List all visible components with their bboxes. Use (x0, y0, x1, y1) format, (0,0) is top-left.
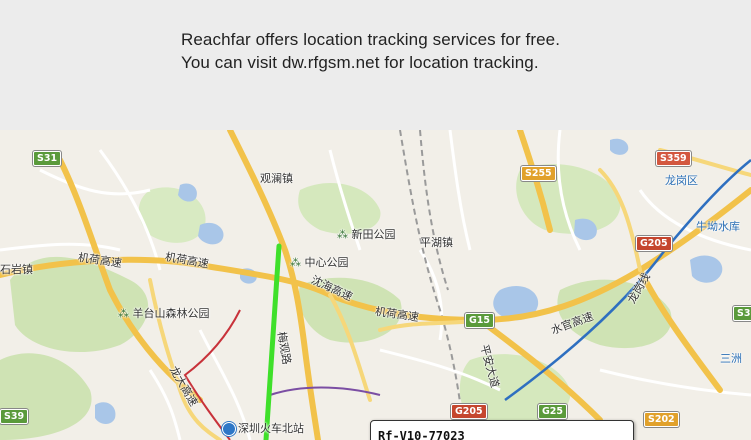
label-sanzhou: 三洲 (720, 352, 742, 365)
park-icon: ⁂ (118, 307, 133, 320)
shield-g205-a: G205 (636, 236, 672, 251)
map-view[interactable]: 观澜镇 ⁂ 新田公园 平湖镇 ⁂ 中心公园 石岩镇 ⁂ 羊台山森林公园 龙岗区 … (0, 130, 751, 440)
label-pinghu: 平湖镇 (420, 236, 453, 249)
shield-s255: S255 (521, 166, 556, 181)
label-niuhu-reservoir: 牛坳水库 (696, 220, 740, 233)
shield-s202: S202 (644, 412, 679, 427)
shield-g205-b: G205 (451, 404, 487, 419)
banner-line-2: You can visit dw.rfgsm.net for location … (181, 53, 539, 72)
reservoir-4 (198, 222, 224, 245)
label-shenzhen-north: 深圳火车北站 (238, 422, 304, 435)
label-zhongxin-park: ⁂ 中心公园 (290, 256, 349, 269)
park-area-west (0, 353, 92, 440)
park-icon: ⁂ (290, 256, 305, 269)
device-popup[interactable]: Rf-V10-77023 (370, 420, 634, 440)
reservoir-7 (610, 138, 629, 155)
shield-s31: S31 (33, 151, 62, 166)
primary-roads (148, 148, 751, 440)
label-xintian-park: ⁂ 新田公园 (337, 228, 396, 241)
label-yangtaishan: ⁂ 羊台山森林公园 (118, 307, 210, 320)
park-icon: ⁂ (337, 228, 352, 241)
info-banner: Reachfar offers location tracking servic… (0, 0, 751, 130)
label-guanlan: 观澜镇 (260, 172, 293, 185)
label-longgang: 龙岗区 (665, 174, 698, 187)
shield-s39: S39 (0, 409, 29, 424)
metro-red (183, 309, 241, 440)
metro-purple (269, 386, 381, 396)
device-id-label: Rf-V10-77023 (378, 429, 465, 440)
reservoir-5 (690, 255, 723, 283)
shield-s359: S359 (656, 151, 691, 166)
shield-g25: G25 (538, 404, 568, 419)
train-station-icon (222, 422, 236, 436)
banner-line-1: Reachfar offers location tracking servic… (181, 30, 561, 49)
shield-s30: S30 (733, 306, 751, 321)
reservoir-6 (95, 402, 116, 424)
label-shiyan: 石岩镇 (0, 263, 33, 276)
shield-g15: G15 (465, 313, 495, 328)
